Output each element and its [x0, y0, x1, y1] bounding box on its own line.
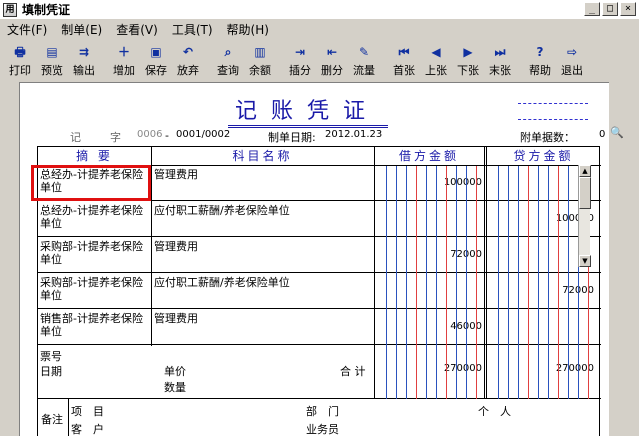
window-title: 填制凭证 [22, 3, 71, 17]
table-scrollbar[interactable]: ▲ ▼ [578, 165, 591, 267]
cashflow-button[interactable]: ✎ 流量 [348, 41, 380, 77]
menu-voucher[interactable]: 制单(E) [54, 21, 109, 38]
add-button[interactable]: ＋增加 [108, 41, 140, 77]
row-account[interactable]: 管理费用 [154, 240, 374, 253]
preview-icon: ▤ [46, 45, 58, 59]
delete-row-icon: ⇤ [326, 45, 338, 59]
scroll-down-button[interactable]: ▼ [579, 255, 591, 267]
highlight-box [31, 165, 151, 201]
insert-row-icon: ⇥ [294, 45, 306, 59]
menu-tools[interactable]: 工具(T) [165, 21, 220, 38]
quantity-label: 数量 [164, 381, 186, 394]
voucher-title: 记账凭证 [235, 99, 380, 124]
unit-price-label: 单价 [164, 365, 186, 378]
save-icon: ▣ [150, 45, 162, 59]
query-button[interactable]: ⌕ 查询 [212, 41, 244, 77]
customer-label: 客 户 [71, 423, 104, 436]
exit-button[interactable]: ⇨ 退出 [556, 41, 588, 77]
voucher-number: 0006 [137, 129, 163, 140]
attachment-label: 附单据数： [520, 131, 575, 144]
header-summary: 摘 要 [76, 149, 113, 163]
help-icon: ? [536, 45, 544, 59]
bar-chart-icon: ▥ [254, 45, 266, 59]
scroll-thumb[interactable] [579, 177, 591, 209]
menu-view[interactable]: 查看(V) [109, 21, 165, 38]
exit-icon: ⇨ [566, 45, 578, 59]
total-label: 合 计 [340, 365, 366, 378]
save-button[interactable]: ▣ 保存 [140, 41, 172, 77]
salesman-label: 业务员 [306, 423, 339, 436]
preview-button[interactable]: ▤ 预览 [36, 41, 68, 77]
row-account[interactable]: 管理费用 [154, 168, 374, 181]
minimize-button[interactable]: _ [584, 2, 600, 16]
header-credit: 贷方金额 [513, 149, 574, 163]
menu-file[interactable]: 文件(F) [0, 21, 54, 38]
first-button[interactable]: ⏮ 首张 [388, 41, 420, 77]
export-icon: ⇉ [78, 45, 90, 59]
new-document-icon: ＋ [117, 45, 130, 59]
project-label: 项 目 [71, 405, 104, 418]
title-bar: 用 填制凭证 _ □ × [0, 0, 639, 20]
insert-entry-button[interactable]: ⇥ 插分 [284, 41, 316, 77]
voucher-pane: 记账凭证 记 字 0006 - 0001/0002 制单日期: 2012.01.… [19, 82, 609, 436]
person-label: 个 人 [478, 405, 511, 418]
bill-no-label: 票号 [40, 350, 62, 363]
header-account: 科目名称 [232, 149, 293, 163]
close-button[interactable]: × [620, 2, 636, 16]
last-button[interactable]: ⏭ 末张 [484, 41, 516, 77]
binoculars-icon: ⌕ [224, 45, 232, 59]
menu-help[interactable]: 帮助(H) [220, 21, 276, 38]
toolbar: 🖶 打印 ▤ 预览 ⇉ 输出 ＋增加 ▣ 保存 ↶ 放弃 ⌕ 查询 ▥ 余额 ⇥ 插分 ⇤ 删分 … [4, 41, 637, 77]
row-account[interactable]: 管理费用 [154, 312, 374, 325]
row-summary[interactable]: 采购部-计提养老保险单位 [40, 276, 152, 302]
note-label: 备注 [41, 413, 63, 426]
first-icon: ⏮ [398, 45, 410, 59]
balance-button[interactable]: ▥ 余额 [244, 41, 276, 77]
row-account[interactable]: 应付职工薪酬/养老保险单位 [154, 204, 374, 217]
date-label: 制单日期: [268, 131, 316, 144]
voucher-type[interactable]: 记 [70, 129, 81, 145]
prev-icon: ◀ [431, 45, 441, 59]
bill-date-label: 日期 [40, 365, 62, 378]
row-summary[interactable]: 总经办-计提养老保险单位 [40, 204, 152, 230]
printer-icon: 🖶 [14, 45, 26, 59]
last-icon: ⏭ [494, 45, 506, 59]
app-icon: 用 [3, 2, 17, 17]
row-account[interactable]: 应付职工薪酬/养老保险单位 [154, 276, 374, 289]
scroll-up-button[interactable]: ▲ [579, 165, 591, 177]
table-header: 摘 要 科目名称 借方金额 贷方金额 [38, 147, 601, 166]
voucher-type-suffix: 字 [110, 131, 121, 144]
next-icon: ▶ [463, 45, 473, 59]
export-button[interactable]: ⇉ 输出 [68, 41, 100, 77]
maximize-button[interactable]: □ [602, 2, 618, 16]
prev-button[interactable]: ◀ 上张 [420, 41, 452, 77]
undo-icon: ↶ [182, 45, 194, 59]
next-button[interactable]: ▶ 下张 [452, 41, 484, 77]
magnifier-icon[interactable]: 🔍 [610, 126, 624, 140]
pencil-icon: ✎ [358, 45, 370, 59]
header-debit: 借方金额 [398, 149, 459, 163]
voucher-window: 用 填制凭证 _ □ × 文件(F) 制单(E) 查看(V) 工具(T) 帮助(… [0, 0, 639, 436]
help-button[interactable]: ? 帮助 [524, 41, 556, 77]
dept-label: 部 门 [306, 405, 339, 418]
menu-bar: 文件(F) 制单(E) 查看(V) 工具(T) 帮助(H) [0, 20, 639, 39]
delete-entry-button[interactable]: ⇤ 删分 [316, 41, 348, 77]
row-summary[interactable]: 采购部-计提养老保险单位 [40, 240, 152, 266]
row-summary[interactable]: 销售部-计提养老保险单位 [40, 312, 152, 338]
voucher-page: 0001/0002 [176, 129, 231, 140]
attachment-count[interactable]: 0 [599, 129, 605, 140]
print-button[interactable]: 🖶 打印 [4, 41, 36, 77]
voucher-date[interactable]: 2012.01.23 [325, 129, 382, 140]
discard-button[interactable]: ↶ 放弃 [172, 41, 204, 77]
